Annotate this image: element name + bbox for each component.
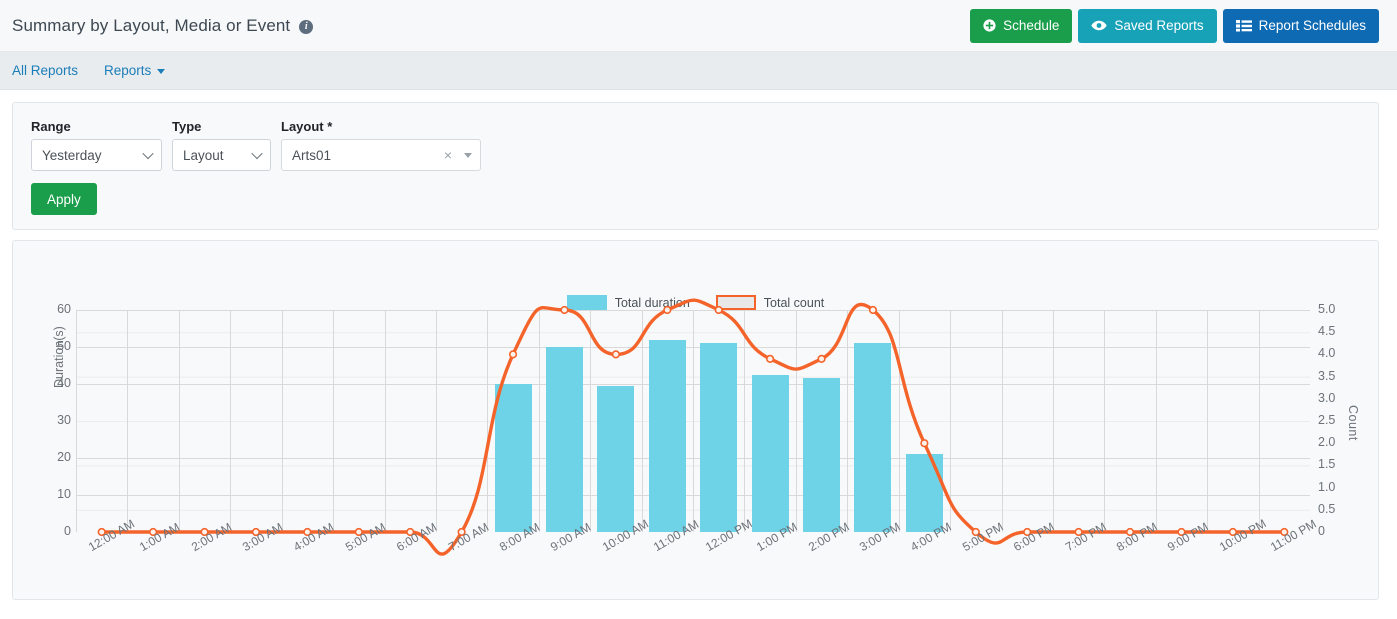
range-label: Range bbox=[31, 119, 162, 134]
layout-select[interactable]: Arts01 × bbox=[281, 139, 481, 171]
line-series bbox=[76, 310, 1310, 532]
range-select-value: Yesterday bbox=[42, 148, 102, 163]
range-field-group: Range Yesterday bbox=[31, 119, 162, 171]
header-actions: Schedule Saved Reports Report Schedules bbox=[970, 9, 1379, 43]
legend-item-total-count[interactable]: Total count bbox=[716, 295, 824, 310]
y-tick-right-3: 1.5 bbox=[1318, 457, 1358, 471]
layout-field-group: Layout * Arts01 × bbox=[281, 119, 481, 171]
y-tick-left-2: 20 bbox=[31, 450, 71, 464]
range-select[interactable]: Yesterday bbox=[31, 139, 162, 171]
tab-all-reports-label: All Reports bbox=[12, 63, 78, 78]
report-schedules-button-label: Report Schedules bbox=[1259, 18, 1366, 33]
info-icon[interactable]: i bbox=[299, 20, 313, 34]
y-tick-left-3: 30 bbox=[31, 413, 71, 427]
y-tick-right-7: 3.5 bbox=[1318, 369, 1358, 383]
page-header: Summary by Layout, Media or Event i Sche… bbox=[0, 0, 1397, 52]
chevron-down-icon bbox=[464, 153, 472, 158]
schedule-button[interactable]: Schedule bbox=[970, 9, 1072, 43]
schedule-button-label: Schedule bbox=[1003, 18, 1059, 33]
tab-all-reports[interactable]: All Reports bbox=[12, 63, 78, 78]
filter-row: Range Yesterday Type Layout Layout * Art… bbox=[31, 119, 1360, 171]
legend-label-total-duration: Total duration bbox=[615, 296, 690, 310]
tab-reports[interactable]: Reports bbox=[104, 63, 165, 78]
tab-reports-label: Reports bbox=[104, 63, 151, 78]
y-tick-right-1: 0.5 bbox=[1318, 502, 1358, 516]
tab-strip: All Reports Reports bbox=[0, 52, 1397, 90]
y-tick-right-5: 2.5 bbox=[1318, 413, 1358, 427]
y-tick-right-8: 4.0 bbox=[1318, 346, 1358, 360]
chart-legend: Total duration Total count bbox=[13, 295, 1378, 310]
type-label: Type bbox=[172, 119, 271, 134]
legend-label-total-count: Total count bbox=[764, 296, 824, 310]
plot-area: Duration(s) Count 0102030405060 00.51.01… bbox=[76, 310, 1310, 532]
y-tick-left-4: 40 bbox=[31, 376, 71, 390]
layout-label: Layout * bbox=[281, 119, 481, 134]
chart-panel: Total duration Total count Duration(s) C… bbox=[12, 240, 1379, 600]
y-tick-right-4: 2.0 bbox=[1318, 435, 1358, 449]
y-tick-right-0: 0 bbox=[1318, 524, 1358, 538]
saved-reports-button-label: Saved Reports bbox=[1114, 18, 1203, 33]
type-field-group: Type Layout bbox=[172, 119, 271, 171]
y-tick-right-6: 3.0 bbox=[1318, 391, 1358, 405]
plus-circle-icon bbox=[983, 19, 996, 32]
list-icon bbox=[1236, 19, 1252, 32]
y-tick-left-6: 60 bbox=[31, 302, 71, 316]
y-tick-right-10: 5.0 bbox=[1318, 302, 1358, 316]
saved-reports-button[interactable]: Saved Reports bbox=[1078, 9, 1216, 43]
chevron-down-icon bbox=[142, 148, 153, 159]
chart: Total duration Total count Duration(s) C… bbox=[13, 241, 1378, 599]
report-page: Summary by Layout, Media or Event i Sche… bbox=[0, 0, 1397, 619]
type-select-value: Layout bbox=[183, 148, 224, 163]
clear-icon[interactable]: × bbox=[444, 147, 452, 163]
y-tick-left-1: 10 bbox=[31, 487, 71, 501]
y-tick-left-0: 0 bbox=[31, 524, 71, 538]
report-schedules-button[interactable]: Report Schedules bbox=[1223, 9, 1379, 43]
layout-select-value: Arts01 bbox=[292, 148, 444, 163]
apply-button[interactable]: Apply bbox=[31, 183, 97, 215]
y-tick-left-5: 50 bbox=[31, 339, 71, 353]
filter-panel: Range Yesterday Type Layout Layout * Art… bbox=[12, 102, 1379, 230]
type-select[interactable]: Layout bbox=[172, 139, 271, 171]
legend-swatch-bar bbox=[567, 295, 607, 310]
page-title: Summary by Layout, Media or Event bbox=[12, 16, 290, 36]
y-tick-right-2: 1.0 bbox=[1318, 480, 1358, 494]
eye-icon bbox=[1091, 19, 1107, 32]
chevron-down-icon bbox=[251, 148, 262, 159]
chevron-down-icon bbox=[157, 69, 165, 74]
y-tick-right-9: 4.5 bbox=[1318, 324, 1358, 338]
